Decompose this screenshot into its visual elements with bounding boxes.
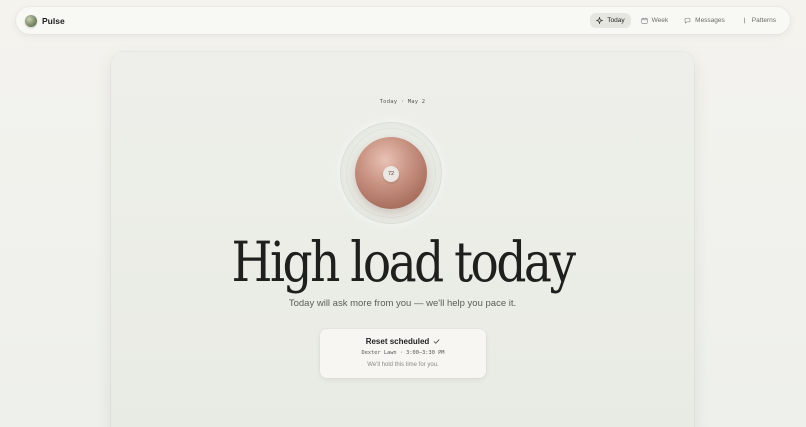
sparkle-icon (596, 17, 604, 24)
load-value-badge: 72 (383, 166, 399, 182)
reset-card[interactable]: Reset scheduled Dexter Lawn · 3:00–3:30 … (320, 329, 486, 378)
nav-week-label: Week (651, 17, 669, 24)
chat-icon (684, 18, 691, 24)
check-icon (433, 339, 440, 344)
nav-patterns[interactable]: Patterns (735, 13, 782, 28)
nav-messages[interactable]: Messages (678, 13, 731, 28)
calendar-icon (641, 17, 648, 24)
date-label: Today · May 2 (379, 99, 426, 105)
main-nav: Today Week Messages Patterns (590, 13, 782, 28)
brand[interactable]: Pulse (25, 14, 65, 27)
nav-messages-label: Messages (695, 17, 725, 24)
today-card: Today · May 2 72 High load today Today w… (111, 52, 694, 427)
nav-today-label: Today (607, 17, 625, 24)
reset-detail: Dexter Lawn · 3:00–3:30 PM (361, 350, 445, 356)
page-subtitle: Today will ask more from you — we'll hel… (288, 298, 517, 309)
nav-patterns-label: Patterns (751, 17, 776, 24)
reset-title: Reset scheduled (365, 337, 430, 346)
reset-note: We'll hold this time for you. (367, 362, 439, 368)
page-title: High load today (231, 230, 576, 296)
nav-today[interactable]: Today (590, 13, 631, 28)
logo-icon (25, 14, 37, 27)
top-bar: Pulse Today Week Messages Patterns (16, 7, 790, 34)
nav-week[interactable]: Week (635, 13, 675, 28)
app-name: Pulse (42, 15, 65, 26)
reset-title-row: Reset scheduled (320, 337, 486, 346)
pattern-icon (743, 17, 745, 24)
